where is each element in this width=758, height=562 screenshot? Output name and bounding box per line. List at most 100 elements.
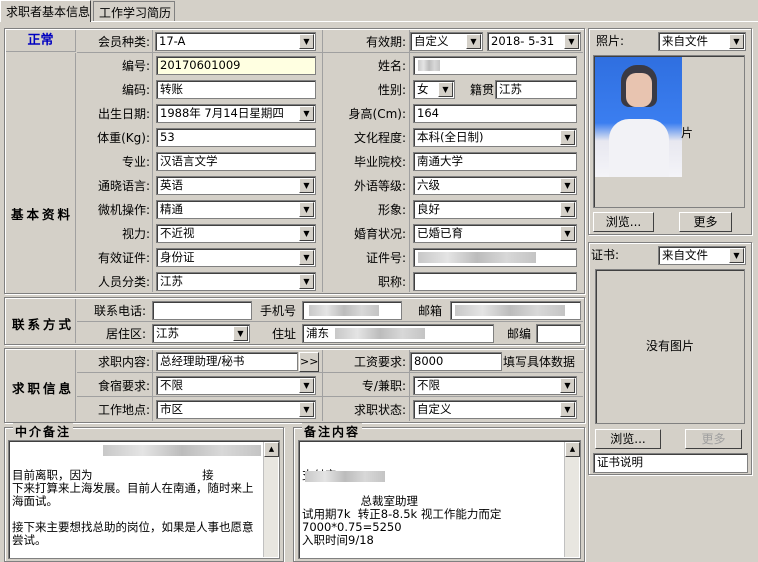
chevron-down-icon[interactable]: ▼ bbox=[299, 250, 314, 265]
chevron-down-icon[interactable]: ▼ bbox=[299, 378, 314, 393]
category-label: 人员分类: bbox=[97, 275, 150, 289]
weight-field[interactable]: 53 bbox=[156, 128, 316, 147]
marital-select[interactable]: 已婚已育 ▼ bbox=[413, 224, 577, 243]
cert-empty-text: 没有图片 bbox=[645, 339, 694, 353]
chevron-down-icon[interactable]: ▼ bbox=[560, 202, 575, 217]
school-field[interactable]: 南通大学 bbox=[413, 152, 577, 171]
chevron-down-icon[interactable]: ▼ bbox=[299, 34, 314, 49]
tab-resume[interactable]: 工作学习简历 bbox=[93, 1, 175, 21]
image-select[interactable]: 良好 ▼ bbox=[413, 200, 577, 219]
lang-level-select[interactable]: 六级 ▼ bbox=[413, 176, 577, 195]
scroll-up-icon[interactable]: ▲ bbox=[264, 442, 279, 457]
chevron-down-icon[interactable]: ▼ bbox=[560, 402, 575, 417]
photo-browse-button[interactable]: 浏览... bbox=[593, 212, 654, 232]
language-select[interactable]: 英语 ▼ bbox=[156, 176, 316, 195]
status-label: 正常 bbox=[6, 30, 76, 52]
id-type-select[interactable]: 身份证 ▼ bbox=[156, 248, 316, 267]
chevron-down-icon[interactable]: ▼ bbox=[729, 248, 744, 263]
salary-hint: 填写具体数据 bbox=[503, 355, 576, 369]
chevron-down-icon[interactable]: ▼ bbox=[299, 178, 314, 193]
id-no-field[interactable] bbox=[413, 248, 577, 267]
redacted-note-text bbox=[305, 471, 385, 482]
education-label: 文化程度: bbox=[353, 131, 406, 145]
note-memo-title: 备注内容 bbox=[302, 423, 363, 440]
basic-group-cell bbox=[6, 53, 76, 291]
language-label: 通晓语言: bbox=[97, 179, 150, 193]
school-label: 毕业院校: bbox=[353, 155, 406, 169]
computer-select[interactable]: 精通 ▼ bbox=[156, 200, 316, 219]
validity-mode-select[interactable]: 自定义 ▼ bbox=[410, 32, 483, 51]
validity-label: 有效期: bbox=[365, 35, 406, 49]
note-memo-scrollbar[interactable]: ▲ bbox=[564, 442, 580, 557]
mobile-field[interactable] bbox=[302, 301, 402, 320]
photo-label: 照片: bbox=[596, 34, 625, 48]
number-field[interactable]: 20170601009 bbox=[156, 56, 316, 75]
postcode-field[interactable] bbox=[536, 324, 581, 343]
chevron-down-icon[interactable]: ▼ bbox=[299, 226, 314, 241]
chevron-down-icon[interactable]: ▼ bbox=[560, 178, 575, 193]
gender-select[interactable]: 女 ▼ bbox=[413, 80, 455, 99]
chevron-down-icon[interactable]: ▼ bbox=[560, 226, 575, 241]
height-label: 身高(Cm): bbox=[348, 107, 406, 121]
cert-source-select[interactable]: 来自文件 ▼ bbox=[658, 246, 746, 265]
agent-memo-scrollbar[interactable]: ▲ bbox=[263, 442, 279, 557]
lang-level-label: 外语等级: bbox=[353, 179, 406, 193]
member-type-label: 会员种类: bbox=[97, 35, 150, 49]
member-type-select[interactable]: 17-A ▼ bbox=[155, 32, 316, 51]
tab-basic-info[interactable]: 求职者基本信息 bbox=[0, 0, 91, 22]
validity-date-picker[interactable]: 2018- 5-31 ▼ bbox=[487, 32, 581, 51]
job-content-label: 求职内容: bbox=[97, 355, 150, 369]
tab-divider bbox=[0, 21, 758, 22]
salary-field[interactable]: 8000 bbox=[410, 352, 502, 371]
chevron-down-icon[interactable]: ▼ bbox=[438, 82, 453, 97]
native-label: 籍贯 bbox=[469, 83, 494, 97]
fulltime-select[interactable]: 不限 ▼ bbox=[413, 376, 577, 395]
board-select[interactable]: 不限 ▼ bbox=[156, 376, 316, 395]
phone-field[interactable] bbox=[152, 301, 252, 320]
chevron-down-icon[interactable]: ▼ bbox=[560, 130, 575, 145]
chevron-down-icon[interactable]: ▼ bbox=[466, 34, 481, 49]
agent-memo-textarea[interactable]: 目前离职，因为 接 下来打算来上海发展。目前人在南通，随时来上 海面试。 接下来… bbox=[8, 440, 280, 559]
chevron-down-icon[interactable]: ▼ bbox=[564, 34, 579, 49]
title-field[interactable] bbox=[413, 272, 577, 291]
email-field[interactable] bbox=[450, 301, 581, 320]
cert-image-frame: 没有图片 bbox=[595, 269, 745, 424]
cert-more-button[interactable]: 更多 bbox=[685, 429, 742, 449]
job-state-select[interactable]: 自定义 ▼ bbox=[413, 400, 577, 419]
code-field[interactable]: 转账 bbox=[156, 80, 316, 99]
area-select[interactable]: 江苏 ▼ bbox=[152, 324, 250, 343]
chevron-down-icon[interactable]: ▼ bbox=[299, 202, 314, 217]
cert-description-field[interactable]: 证书说明 bbox=[593, 453, 748, 473]
chevron-down-icon[interactable]: ▼ bbox=[299, 106, 314, 121]
area-label: 居住区: bbox=[105, 327, 146, 341]
name-label: 姓名: bbox=[377, 59, 406, 73]
address-field[interactable]: 浦东 bbox=[302, 324, 494, 343]
weight-label: 体重(Kg): bbox=[97, 131, 150, 145]
chevron-down-icon[interactable]: ▼ bbox=[560, 378, 575, 393]
education-select[interactable]: 本科(全日制) ▼ bbox=[413, 128, 577, 147]
note-memo-textarea[interactable]: 支付宝 总裁室助理 试用期7k 转正8-8.5k 视工作能力而定 7000*0.… bbox=[298, 440, 581, 559]
redacted-mobile bbox=[309, 305, 379, 316]
job-content-field[interactable]: 总经理助理/秘书 bbox=[156, 352, 298, 371]
image-label: 形象: bbox=[377, 203, 406, 217]
chevron-down-icon[interactable]: ▼ bbox=[233, 326, 248, 341]
scroll-up-icon[interactable]: ▲ bbox=[565, 442, 580, 457]
cert-browse-button[interactable]: 浏览... bbox=[595, 429, 661, 449]
chevron-down-icon[interactable]: ▼ bbox=[299, 402, 314, 417]
chevron-down-icon[interactable]: ▼ bbox=[729, 34, 744, 49]
height-field[interactable]: 164 bbox=[413, 104, 577, 123]
id-no-label: 证件号: bbox=[365, 251, 406, 265]
job-content-expand-button[interactable]: >> bbox=[299, 352, 319, 372]
category-select[interactable]: 江苏 ▼ bbox=[156, 272, 316, 291]
cert-label: 证书: bbox=[591, 248, 620, 262]
chevron-down-icon[interactable]: ▼ bbox=[299, 274, 314, 289]
birth-date-picker[interactable]: 1988年 7月14日星期四 ▼ bbox=[156, 104, 316, 123]
photo-source-select[interactable]: 来自文件 ▼ bbox=[658, 32, 746, 51]
redacted-email bbox=[455, 305, 565, 316]
location-select[interactable]: 市区 ▼ bbox=[156, 400, 316, 419]
major-field[interactable]: 汉语言文学 bbox=[156, 152, 316, 171]
name-field[interactable] bbox=[413, 56, 577, 75]
vision-select[interactable]: 不近视 ▼ bbox=[156, 224, 316, 243]
native-field[interactable]: 江苏 bbox=[495, 80, 577, 99]
photo-more-button[interactable]: 更多 bbox=[679, 212, 732, 232]
